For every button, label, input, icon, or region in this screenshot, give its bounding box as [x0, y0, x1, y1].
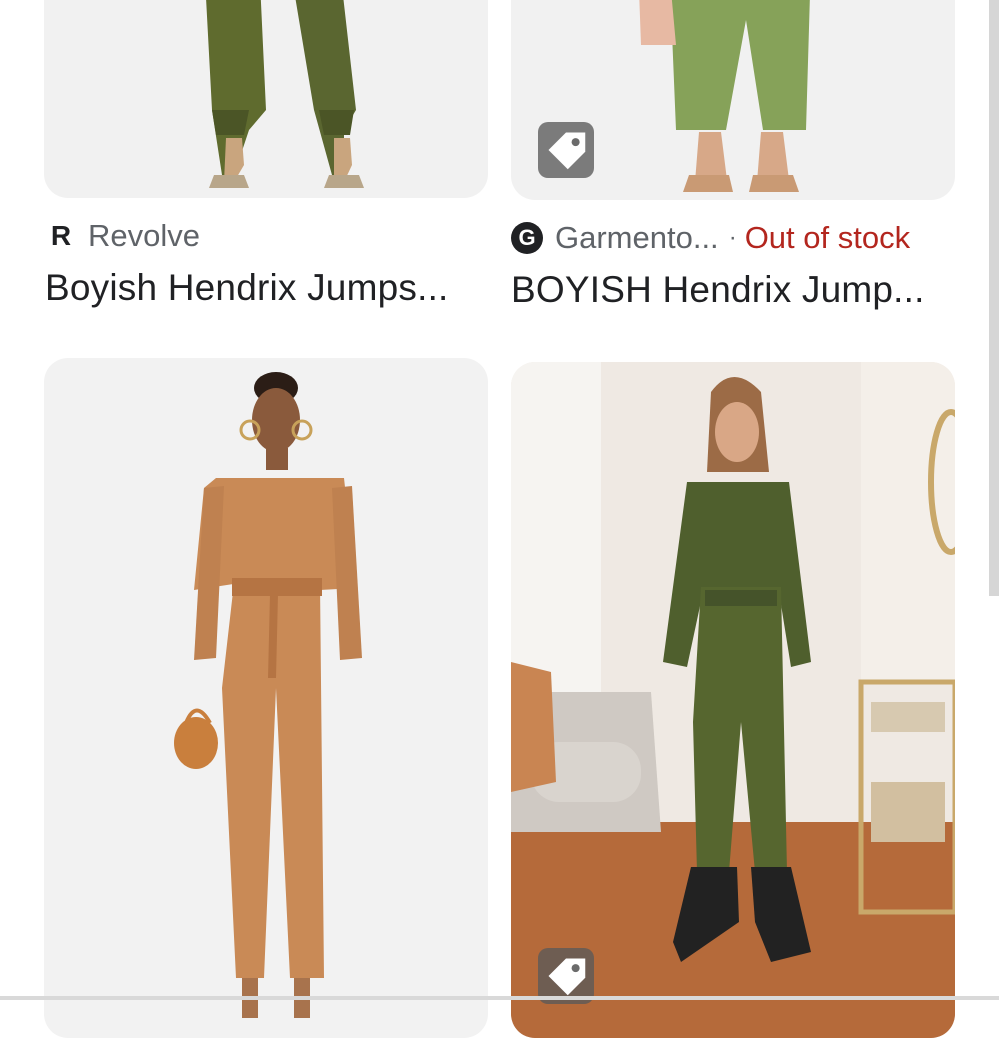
result-source-2[interactable]: G Garmento... · Out of stock	[511, 218, 910, 258]
product-image-1[interactable]	[44, 0, 488, 198]
scrollbar[interactable]	[989, 0, 999, 596]
product-image-3[interactable]	[44, 358, 488, 1038]
revolve-logo-icon: R	[50, 220, 72, 251]
source-name: Garmento...	[555, 220, 719, 255]
product-photo	[511, 362, 955, 1038]
bottom-divider	[0, 996, 999, 1000]
product-photo	[44, 358, 488, 1038]
garmentory-logo-icon: G	[511, 222, 543, 254]
result-source-1[interactable]: R Revolve	[46, 216, 200, 256]
separator-dot: ·	[728, 224, 737, 251]
source-name: Revolve	[88, 218, 200, 253]
result-title-1[interactable]: Boyish Hendrix Jumps...	[45, 267, 449, 309]
shopping-tag-icon	[538, 122, 594, 178]
stock-status-badge: Out of stock	[744, 220, 911, 255]
product-photo	[44, 0, 488, 198]
product-image-4[interactable]	[511, 362, 955, 1038]
result-title-2[interactable]: BOYISH Hendrix Jump...	[511, 269, 925, 311]
product-image-2[interactable]	[511, 0, 955, 200]
